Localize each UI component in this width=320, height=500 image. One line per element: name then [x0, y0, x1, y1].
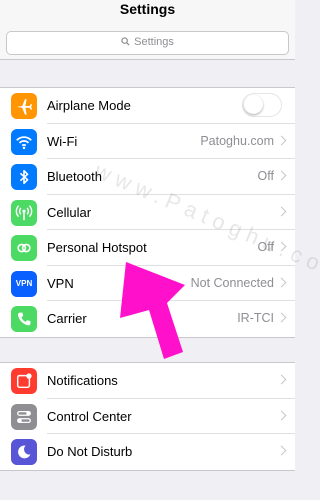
settings-row-label: VPN: [47, 275, 74, 291]
settings-row-value: Patoghu.com: [200, 133, 274, 148]
hotspot-icon: [11, 235, 37, 261]
system-settings-group: Notifications Control Center Do Not Dist…: [0, 362, 295, 471]
settings-row-wifi[interactable]: Wi-Fi Patoghu.com: [0, 124, 295, 159]
settings-row-control-center[interactable]: Control Center: [0, 399, 295, 434]
settings-row-cellular[interactable]: Cellular: [0, 195, 295, 230]
navigation-bar: Settings Settings: [0, 0, 295, 60]
settings-row-value: IR-TCI: [237, 311, 274, 325]
settings-row-personal-hotspot[interactable]: Personal Hotspot Off: [0, 230, 295, 266]
settings-row-label: Do Not Disturb: [47, 444, 133, 459]
settings-row-do-not-disturb[interactable]: Do Not Disturb: [0, 434, 295, 470]
page-title: Settings: [119, 1, 176, 17]
bluetooth-icon: [11, 164, 37, 190]
settings-row-label: Wi-Fi: [47, 133, 78, 149]
chevron-right-icon: [276, 206, 287, 216]
settings-row-label: Airplane Mode: [47, 98, 131, 113]
settings-row-carrier[interactable]: Carrier IR-TCI: [0, 301, 295, 337]
airplane-icon: [11, 93, 37, 119]
vpn-icon-text: VPN: [15, 279, 33, 288]
chevron-right-icon: [276, 170, 287, 181]
chevron-right-icon: [276, 241, 287, 252]
chevron-right-icon: [276, 135, 287, 145]
chevron-right-icon: [276, 445, 287, 456]
settings-row-airplane-mode[interactable]: Airplane Mode: [0, 88, 295, 124]
settings-row-label: Personal Hotspot: [47, 240, 147, 255]
settings-row-label: Cellular: [47, 204, 92, 220]
search-icon: [121, 37, 130, 46]
settings-row-vpn[interactable]: VPN VPN Not Connected: [0, 266, 295, 301]
settings-row-bluetooth[interactable]: Bluetooth Off: [0, 159, 295, 195]
phone-icon: [11, 306, 37, 332]
settings-row-label: Notifications: [47, 373, 118, 388]
settings-row-value: Not Connected: [190, 275, 274, 290]
search-placeholder: Settings: [134, 36, 174, 48]
chevron-right-icon: [276, 312, 287, 323]
settings-row-label: Bluetooth: [47, 169, 102, 184]
vpn-icon: VPN: [11, 270, 37, 297]
wifi-icon: [11, 128, 37, 155]
settings-row-label: Carrier: [47, 311, 87, 326]
notifications-icon: [11, 368, 37, 394]
settings-row-value: Off: [257, 169, 274, 183]
chevron-right-icon: [276, 374, 287, 385]
settings-row-notifications[interactable]: Notifications: [0, 363, 295, 399]
settings-row-value: Off: [257, 240, 274, 254]
settings-row-label: Control Center: [47, 408, 132, 424]
airplane-mode-toggle[interactable]: [242, 93, 282, 117]
control-center-icon: [11, 403, 37, 430]
search-field[interactable]: Settings: [6, 31, 289, 55]
chevron-right-icon: [276, 277, 287, 287]
toggle-knob: [244, 95, 263, 114]
chevron-right-icon: [276, 410, 287, 420]
connectivity-settings-group: Airplane Mode Wi-Fi Patoghu.com Bluetoot…: [0, 87, 295, 338]
moon-icon: [11, 439, 37, 465]
cellular-icon: [11, 199, 37, 226]
